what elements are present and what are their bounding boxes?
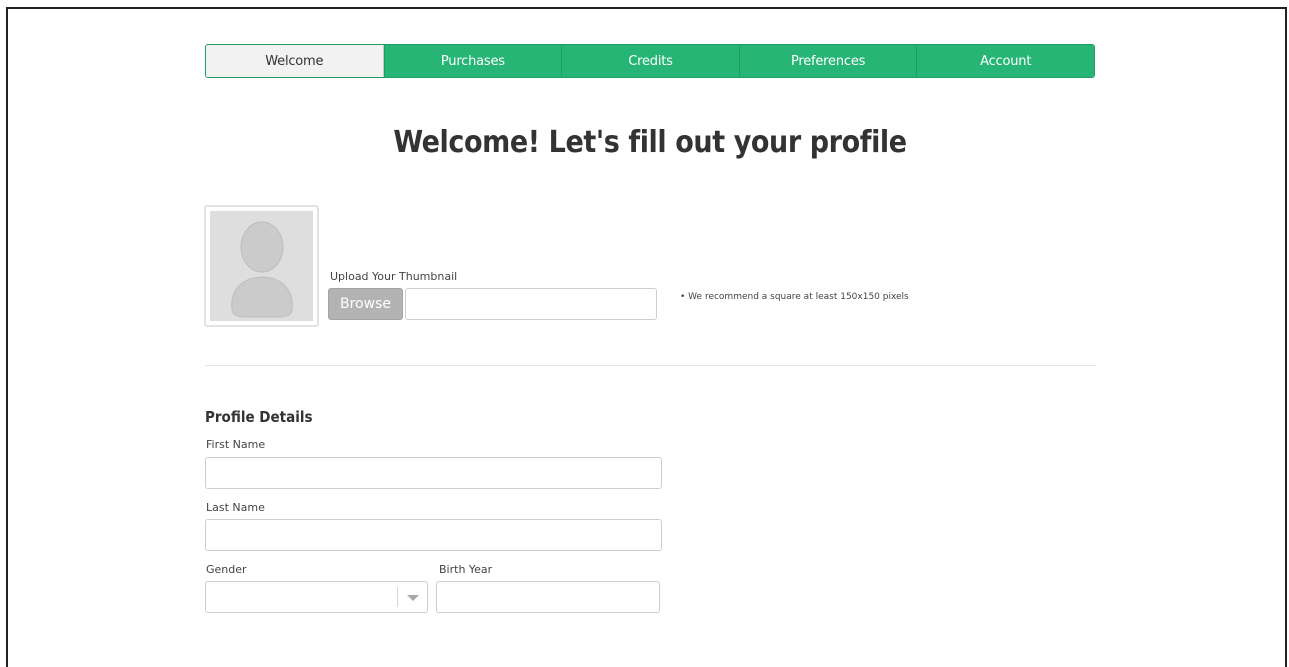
tab-account[interactable]: Account: [916, 45, 1094, 77]
first-name-label: First Name: [206, 438, 266, 451]
profile-details-heading: Profile Details: [205, 408, 313, 426]
tab-purchases[interactable]: Purchases: [383, 45, 562, 77]
upload-thumbnail-label: Upload Your Thumbnail: [330, 270, 458, 283]
thumbnail-file-field[interactable]: [405, 288, 657, 320]
tab-credits[interactable]: Credits: [561, 45, 739, 77]
birth-year-field[interactable]: [436, 581, 660, 613]
last-name-label: Last Name: [206, 501, 265, 514]
chevron-down-icon[interactable]: [407, 595, 419, 601]
gender-select[interactable]: [205, 581, 428, 613]
first-name-field[interactable]: [205, 457, 662, 489]
tab-preferences[interactable]: Preferences: [738, 45, 917, 77]
avatar-thumbnail: [204, 205, 319, 327]
gender-label: Gender: [206, 563, 247, 576]
user-silhouette-icon: [231, 221, 293, 318]
last-name-field[interactable]: [205, 519, 662, 551]
main-tabs: Welcome Purchases Credits Preferences Ac…: [205, 44, 1095, 78]
section-divider: [205, 365, 1096, 366]
thumbnail-size-hint: • We recommend a square at least 150x150…: [680, 292, 909, 302]
window-frame: [6, 7, 1287, 667]
avatar-placeholder: [210, 211, 313, 321]
page-title: Welcome! Let's fill out your profile: [393, 125, 907, 160]
birth-year-label: Birth Year: [439, 563, 493, 576]
browse-button[interactable]: Browse: [328, 288, 403, 320]
select-divider: [397, 587, 398, 607]
tab-welcome[interactable]: Welcome: [206, 45, 384, 77]
